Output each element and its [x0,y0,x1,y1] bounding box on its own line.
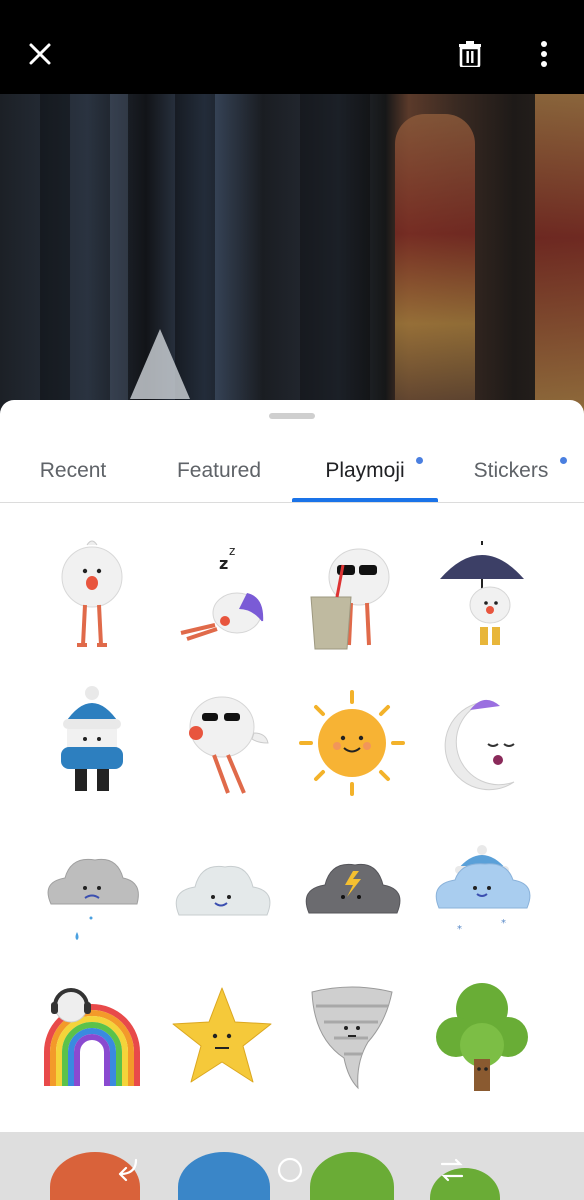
viewfinder-object [130,329,190,399]
tab-stickers[interactable]: Stickers [438,440,584,502]
sunglasses-bird-sticker[interactable] [157,678,287,808]
smiling-sun-sticker[interactable] [287,678,417,808]
umbrella-bird-sticker[interactable] [417,530,547,660]
tab-label: Recent [39,459,107,482]
camera-viewfinder[interactable] [0,94,584,414]
sleepy-moon-sticker[interactable] [417,678,547,808]
sticker-peek [310,1152,394,1200]
green-tree-sticker[interactable] [417,972,547,1102]
tab-indicator [292,498,438,502]
figure-leg [395,114,475,414]
winter-hat-bird-sticker[interactable] [27,678,157,808]
viewfinder-shadow [40,94,70,414]
viewfinder-shadow [300,94,370,414]
tab-label: Playmoji [325,459,405,482]
system-nav-bar [0,1132,584,1200]
new-dot [416,457,423,464]
recents-button[interactable] [432,1150,472,1190]
back-icon [118,1158,138,1182]
tab-recent[interactable]: Recent [0,440,146,502]
sleeping-bird-sticker[interactable]: z z [157,530,287,660]
close-icon [29,43,51,65]
more-vert-icon [541,41,547,67]
home-icon [277,1157,303,1183]
tab-playmoji[interactable]: Playmoji [292,440,438,502]
sticker-peek [178,1152,270,1200]
rainbow-with-headphones-sticker[interactable] [27,972,157,1102]
sunglasses-bird-with-cup-sticker[interactable] [287,530,417,660]
round-bird-sticker[interactable] [27,530,157,660]
sad-rain-cloud-sticker[interactable] [27,826,157,956]
svg-text:*: * [457,924,462,935]
sticker-sheet: Recent Featured Playmoji Stickers z z * … [0,400,584,1200]
recents-icon [440,1158,464,1182]
close-button[interactable] [10,24,70,84]
more-options-button[interactable] [514,24,574,84]
happy-cloud-sticker[interactable] [157,826,287,956]
figure-leg [535,94,584,414]
tornado-sticker[interactable] [287,972,417,1102]
tab-featured[interactable]: Featured [146,440,292,502]
svg-text:z: z [219,554,228,573]
home-button[interactable] [270,1150,310,1190]
drag-handle[interactable] [269,413,315,419]
viewfinder-highlight [110,94,128,414]
back-button[interactable] [106,1150,146,1190]
svg-text:z: z [229,544,235,558]
trash-icon [459,41,481,67]
tab-label: Stickers [473,459,549,482]
snow-cloud-sticker[interactable]: * * [417,826,547,956]
smiling-star-sticker[interactable] [157,972,287,1102]
tab-label: Featured [176,459,262,482]
top-bar [0,0,584,94]
storm-cloud-sticker[interactable] [287,826,417,956]
tab-bar: Recent Featured Playmoji Stickers [0,440,584,503]
delete-button[interactable] [440,24,500,84]
svg-text:*: * [501,918,506,929]
new-dot [560,457,567,464]
